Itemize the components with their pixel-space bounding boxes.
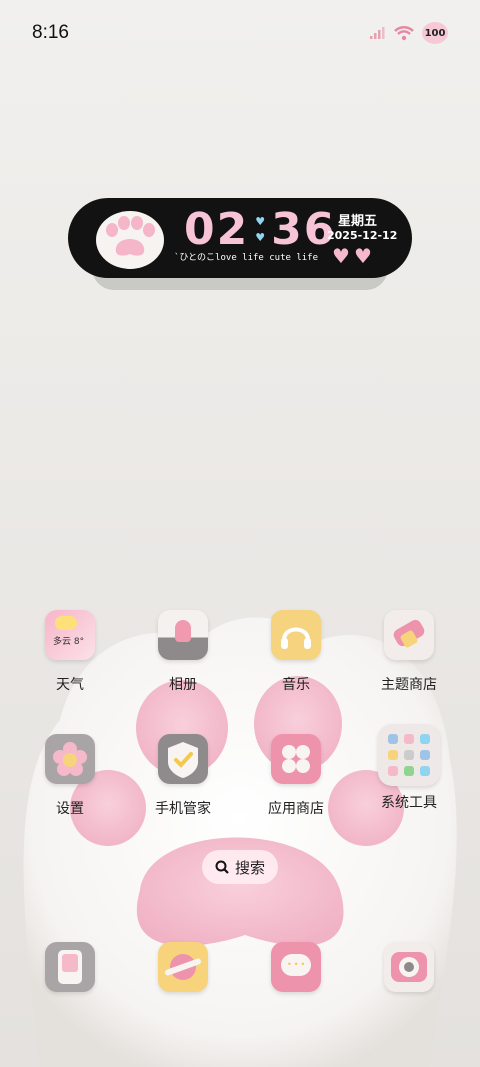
browser-icon: [158, 942, 208, 992]
paw-wallpaper: [23, 617, 457, 1067]
signal-icon: [370, 27, 385, 39]
status-time: 8:16: [32, 22, 69, 43]
app-settings[interactable]: 设置: [22, 734, 118, 818]
theme-store-icon: [384, 610, 434, 660]
search-label: 搜索: [234, 858, 265, 877]
battery-indicator: 100: [422, 22, 448, 44]
dock-messages[interactable]: •••: [248, 942, 344, 992]
app-label: 天气: [56, 677, 84, 693]
app-theme-store[interactable]: 主题商店: [361, 610, 457, 694]
phone-manager-icon: [158, 734, 208, 784]
widget-tagline: `ひとのこlove life cute life: [174, 253, 319, 263]
dock-browser[interactable]: [135, 942, 231, 992]
clock-display: 02 ♥ ♥ 36: [184, 204, 336, 255]
messages-icon: •••: [271, 942, 321, 992]
camera-icon: [384, 942, 434, 992]
app-system-tools-folder[interactable]: 系统工具: [361, 724, 457, 812]
app-music[interactable]: 音乐: [248, 610, 344, 694]
app-label: 应用商店: [268, 801, 324, 817]
battery-level: 100: [424, 27, 446, 39]
weekday: 星期五: [338, 214, 378, 229]
app-label: 主题商店: [381, 677, 437, 693]
phone-icon: [45, 942, 95, 992]
dock-phone[interactable]: [22, 942, 118, 992]
search-button[interactable]: 搜索: [202, 850, 278, 884]
weather-icon: 多云 8°: [45, 610, 95, 660]
clock-separator: ♥ ♥: [255, 215, 266, 244]
app-label: 设置: [56, 801, 84, 817]
app-label: 相册: [169, 677, 197, 693]
app-label: 手机管家: [155, 801, 211, 817]
app-weather[interactable]: 多云 8° 天气: [22, 610, 118, 694]
app-label: 音乐: [282, 677, 310, 693]
paw-badge-icon: [96, 211, 164, 269]
date: 2025-12-12: [327, 229, 398, 242]
settings-icon: [45, 734, 95, 784]
music-icon: [271, 610, 321, 660]
wifi-icon: [394, 25, 414, 40]
dock-camera[interactable]: [361, 942, 457, 992]
app-gallery[interactable]: 相册: [135, 610, 231, 694]
system-tools-folder-icon: [378, 724, 440, 786]
heart-icon: ♥: [332, 244, 350, 268]
app-app-store[interactable]: 应用商店: [248, 734, 344, 818]
widget-hearts: ♥ ♥: [332, 246, 372, 266]
heart-icon: ♥: [353, 244, 372, 268]
status-icons: 100: [370, 22, 448, 44]
weather-text: 多云 8°: [53, 637, 85, 647]
status-bar: 8:16 100: [0, 0, 480, 68]
app-phone-manager[interactable]: 手机管家: [135, 734, 231, 818]
search-icon: [215, 860, 229, 874]
clock-widget[interactable]: 02 ♥ ♥ 36 星期五 2025-12-12 `ひとのこlove life c…: [68, 198, 412, 278]
gallery-icon: [158, 610, 208, 660]
clock-hour: 02: [184, 204, 250, 255]
app-label: 系统工具: [381, 795, 437, 811]
app-store-icon: [271, 734, 321, 784]
